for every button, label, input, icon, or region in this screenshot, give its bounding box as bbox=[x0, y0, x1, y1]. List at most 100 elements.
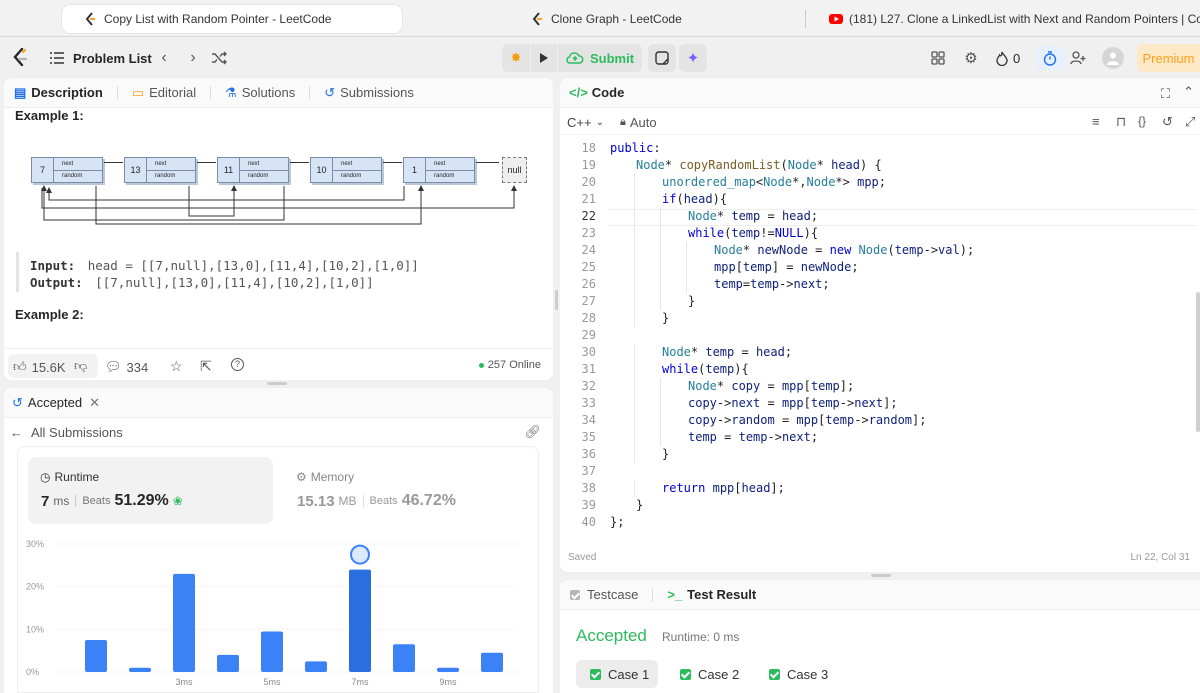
auto-mode[interactable]: 🔒︎ Auto bbox=[620, 115, 657, 130]
user-marker-avatar-icon bbox=[350, 544, 370, 565]
vertical-resize-handle[interactable] bbox=[555, 290, 558, 310]
leetcode-logo-icon[interactable] bbox=[12, 48, 28, 68]
case-1-tab[interactable]: Case 1 bbox=[576, 660, 658, 688]
chart-bar[interactable] bbox=[217, 654, 239, 672]
example-1-output: Output: [[7,null],[13,0],[11,4],[10,2],[… bbox=[30, 275, 374, 290]
chevron-up-icon[interactable]: ⌃ bbox=[1183, 84, 1194, 100]
shuffle-icon[interactable] bbox=[210, 50, 228, 66]
link-icon[interactable]: 🔗︎ bbox=[524, 424, 541, 440]
tab-accepted[interactable]: ↺ Accepted ✕ bbox=[12, 395, 100, 411]
code-line[interactable]: 23 while(temp!=NULL){ bbox=[560, 225, 1200, 242]
code-line[interactable]: 29 bbox=[560, 327, 1200, 344]
line-number: 29 bbox=[581, 328, 596, 342]
browser-tab-clone-graph[interactable]: Clone Graph - LeetCode bbox=[531, 5, 791, 33]
submit-button[interactable]: Submit bbox=[558, 44, 642, 72]
code-line[interactable]: 27} bbox=[560, 293, 1200, 310]
debug-button[interactable]: ✸ bbox=[502, 44, 530, 72]
star-icon[interactable]: ☆ bbox=[170, 358, 183, 375]
chart-bar[interactable] bbox=[481, 652, 503, 672]
help-icon[interactable]: ? bbox=[231, 358, 244, 371]
share-icon[interactable]: ⇱ bbox=[200, 358, 212, 375]
expand-icon[interactable]: ⤢ bbox=[1185, 114, 1195, 130]
code-text: mpp[temp] = newNode; bbox=[714, 260, 859, 274]
code-line[interactable]: 33 copy->next = mpp[temp->next]; bbox=[560, 395, 1200, 412]
code-line[interactable]: 19 Node* copyRandomList(Node* head) { bbox=[560, 157, 1200, 174]
code-line[interactable]: 21 if(head){ bbox=[560, 191, 1200, 208]
format-icon[interactable]: ≡ bbox=[1092, 114, 1100, 129]
chart-bar[interactable] bbox=[261, 631, 283, 672]
chart-bar[interactable] bbox=[129, 667, 151, 672]
tab-test-result[interactable]: >_ Test Result bbox=[667, 587, 756, 602]
close-icon[interactable]: ✕ bbox=[89, 395, 100, 411]
code-line[interactable]: 24 Node* newNode = new Node(temp->val); bbox=[560, 242, 1200, 259]
line-number: 21 bbox=[581, 192, 596, 206]
code-line[interactable]: 20 unordered_map<Node*,Node*> mpp; bbox=[560, 174, 1200, 191]
code-line[interactable]: 39} bbox=[560, 497, 1200, 514]
settings-gear-icon[interactable]: ⚙ bbox=[963, 50, 979, 67]
premium-button[interactable]: Premium bbox=[1137, 44, 1200, 72]
problem-list-button[interactable]: Problem List bbox=[50, 50, 152, 66]
browser-tab-title: Clone Graph - LeetCode bbox=[551, 12, 682, 26]
code-line[interactable]: 26 temp=temp->next; bbox=[560, 276, 1200, 293]
case-3-tab[interactable]: Case 3 bbox=[769, 660, 839, 688]
horizontal-resize-handle[interactable] bbox=[267, 382, 287, 385]
browser-tab-copy-list[interactable]: Copy List with Random Pointer - LeetCode bbox=[62, 5, 402, 33]
runtime-card[interactable]: ◷ Runtime 7 ms Beats 51.29% ❀ bbox=[28, 457, 273, 524]
chart-bar[interactable] bbox=[173, 573, 195, 672]
like-button[interactable]: 👍︎ 15.6K bbox=[13, 359, 66, 375]
tab-solutions[interactable]: ⚗ Solutions bbox=[225, 85, 295, 101]
case-2-tab[interactable]: Case 2 bbox=[680, 660, 750, 688]
horizontal-resize-handle[interactable] bbox=[871, 574, 891, 577]
tab-description[interactable]: ▤ Description bbox=[14, 85, 103, 101]
all-submissions-link[interactable]: ← All Submissions bbox=[10, 425, 123, 440]
code-line[interactable]: 18 public: bbox=[560, 140, 1200, 157]
prev-problem-icon[interactable]: ‹ bbox=[157, 49, 171, 66]
ai-assist-button[interactable]: ✦ bbox=[679, 44, 707, 72]
chart-bar[interactable] bbox=[305, 661, 327, 672]
code-line[interactable]: 22 Node* temp = head; bbox=[560, 208, 1200, 225]
submission-detail-card: ◷ Runtime 7 ms Beats 51.29% ❀ ⚙ Memory 1… bbox=[17, 446, 539, 693]
chart-bar[interactable] bbox=[437, 667, 459, 672]
code-line[interactable]: 31 while(temp){ bbox=[560, 361, 1200, 378]
code-editor[interactable]: 18 public: 19 Node* copyRandomList(Node* he… bbox=[560, 140, 1200, 540]
comments-button[interactable]: 💬︎ 334 bbox=[105, 359, 148, 375]
random-pointer-label: random bbox=[62, 173, 83, 180]
bookmark-icon[interactable]: ⊓ bbox=[1116, 114, 1126, 130]
add-friend-icon[interactable] bbox=[1069, 50, 1087, 66]
streak-counter[interactable]: 0 bbox=[996, 50, 1020, 66]
chart-bar[interactable] bbox=[349, 569, 371, 672]
tab-submissions[interactable]: ↺ Submissions bbox=[324, 85, 414, 101]
chart-bar[interactable] bbox=[393, 644, 415, 672]
code-line[interactable]: 38 return mpp[head]; bbox=[560, 480, 1200, 497]
code-line[interactable]: 25 mpp[temp] = newNode; bbox=[560, 259, 1200, 276]
code-line[interactable]: 35 temp = temp->next; bbox=[560, 429, 1200, 446]
browser-tab-youtube[interactable]: (181) L27. Clone a LinkedList with Next … bbox=[829, 5, 1200, 33]
timer-button[interactable] bbox=[1036, 46, 1064, 70]
code-line[interactable]: 28} bbox=[560, 310, 1200, 327]
memory-card[interactable]: ⚙ Memory 15.13 MB Beats 46.72% bbox=[284, 457, 529, 524]
tab-editorial[interactable]: ▭ Editorial bbox=[132, 85, 196, 101]
code-line[interactable]: 32 Node* copy = mpp[temp]; bbox=[560, 378, 1200, 395]
next-pointer-label: next bbox=[426, 158, 474, 171]
chart-bar[interactable] bbox=[85, 640, 107, 672]
braces-icon[interactable]: {} bbox=[1138, 114, 1146, 128]
editor-scrollbar[interactable] bbox=[1196, 292, 1200, 432]
maximize-icon[interactable]: ⛶ bbox=[1161, 86, 1170, 102]
code-line[interactable]: 36} bbox=[560, 446, 1200, 463]
run-button[interactable] bbox=[531, 44, 557, 72]
code-line[interactable]: 40}; bbox=[560, 514, 1200, 531]
code-line[interactable]: 34 copy->random = mpp[temp->random]; bbox=[560, 412, 1200, 429]
language-select[interactable]: C++ ⌄ bbox=[567, 115, 604, 130]
next-problem-icon[interactable]: › bbox=[186, 49, 200, 66]
code-line[interactable]: 37 bbox=[560, 463, 1200, 480]
example-1-title: Example 1: bbox=[15, 108, 84, 123]
avatar[interactable] bbox=[1102, 47, 1124, 69]
indent-guide bbox=[634, 276, 635, 293]
layout-icon[interactable] bbox=[930, 50, 946, 66]
notes-button[interactable] bbox=[648, 44, 676, 72]
reset-icon[interactable]: ↺ bbox=[1162, 114, 1173, 130]
list-node: 10 next random bbox=[310, 157, 382, 183]
code-line[interactable]: 30 Node* temp = head; bbox=[560, 344, 1200, 361]
thumbs-down-icon[interactable]: 👎︎ bbox=[74, 358, 87, 374]
tab-testcase[interactable]: Testcase bbox=[570, 587, 638, 602]
